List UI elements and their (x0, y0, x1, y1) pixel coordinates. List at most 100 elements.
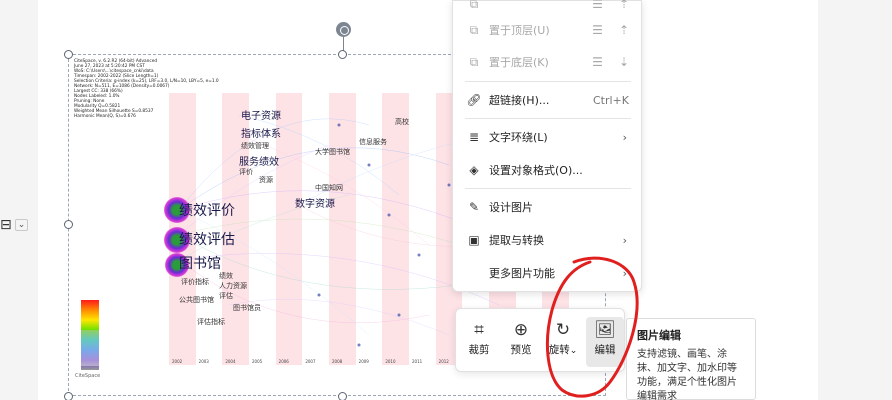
menu-item-label: 提取与转换 (489, 234, 544, 247)
crop-button[interactable]: ⌗ 裁剪 (460, 317, 498, 367)
timeline-year-label: 2009 (358, 359, 369, 364)
timeline-year-label: 2012 (438, 359, 449, 364)
resize-handle-middle-left[interactable] (64, 220, 73, 229)
node-label-medium: 数字资源 (295, 199, 335, 210)
edit-button[interactable]: 🖼︎ 编辑 (586, 317, 624, 367)
crop-label: 裁剪 (468, 344, 490, 356)
format-object-icon: ◈ (469, 163, 479, 177)
node-label-small: 中国知网 (315, 184, 343, 192)
resize-handle-top-left[interactable] (64, 50, 73, 59)
move-up-icon: ⇡ (618, 0, 629, 11)
timeline-year-label: 2004 (225, 359, 236, 364)
menu-separator (465, 118, 631, 119)
citespace-metadata: CiteSpace, v. 6.2.R2 (64-bit) Advanced Ju… (74, 59, 219, 119)
menu-item-extract-convert[interactable]: ▣ 提取与转换 › (453, 225, 641, 255)
metadata-line: Harmonic Mean(Q, S)=0.676 (74, 114, 136, 119)
timeline-year-label: 2007 (305, 359, 316, 364)
align-icon: ☰ (592, 0, 603, 11)
node-label-small: 公共图书馆 (179, 296, 214, 304)
layer-top-icon: ⧉ (469, 0, 479, 11)
menu-item-send-to-back[interactable]: ⧉ 置于底层(K) ☰ ⇣ (453, 47, 641, 77)
node-label-small: 评估指标 (197, 318, 225, 326)
rotate-label-text: 旋转 (548, 344, 570, 356)
menu-item-label: 超链接(H)... (489, 94, 550, 107)
citespace-logo: CiteSpace (75, 373, 101, 379)
picture-edit-tooltip: 图片编辑 支持滤镜、画笔、涂抹、加文字、加水印等功能，满足个性化图片编辑需求 (626, 318, 756, 400)
picture-edit-icon: 🖼︎ (594, 320, 616, 340)
layout-options-icon: ⊟ (0, 217, 12, 233)
timeline-year-label: 2011 (412, 359, 423, 364)
chevron-right-icon: › (622, 130, 627, 144)
menu-separator (465, 188, 631, 189)
menu-item-design-picture[interactable]: ✎ 设计图片 (453, 192, 641, 222)
node-label-medium: 指标体系 (241, 129, 281, 140)
menu-item-hyperlink[interactable]: 🔗︎ 超链接(H)... Ctrl+K (453, 85, 641, 115)
menu-item-side-icons: ☰ ⇡ (592, 0, 629, 11)
node-label-medium: 电子资源 (241, 111, 281, 122)
rotate-button[interactable]: ↻ 旋转⌄ (544, 317, 582, 367)
menu-item-shortcut: Ctrl+K (592, 93, 629, 107)
send-to-back-icon: ⧉ (469, 54, 479, 69)
timeline-year-label: 2006 (278, 359, 289, 364)
menu-item-label: 更多图片功能 (489, 267, 555, 280)
node-label-medium: 服务绩效 (239, 157, 279, 168)
preview-label: 预览 (510, 344, 532, 356)
menu-item-side-icons: ☰ ⇡ (592, 23, 629, 37)
link-icon: 🔗︎ (466, 93, 482, 107)
chevron-down-icon: ⌄ (569, 346, 578, 356)
node-label-small: 评价 (239, 168, 253, 176)
menu-item-side-icons: ☰ ⇣ (592, 55, 629, 69)
tooltip-body: 支持滤镜、画笔、涂抹、加文字、加水印等功能，满足个性化图片编辑需求 (637, 349, 737, 400)
node-label-small: 资源 (259, 176, 273, 184)
node-label-small: 人力资源 (219, 282, 247, 290)
resize-handle-top-center[interactable] (338, 50, 347, 59)
node-label-small: 绩效 (219, 272, 233, 280)
align-top-icon: ☰ (592, 23, 603, 37)
bring-to-front-icon: ⧉ (469, 22, 479, 37)
design-picture-icon: ✎ (468, 200, 480, 214)
menu-item-label: 文字环绕(L) (489, 131, 548, 144)
zoom-preview-icon: ⊕ (513, 320, 529, 340)
menu-item-label: 置于底层(K) (489, 56, 549, 69)
node-label-small: 评价指标 (181, 278, 209, 286)
crop-icon: ⌗ (474, 320, 484, 340)
menu-item-label: 设计图片 (489, 201, 533, 214)
move-bottom-icon: ⇣ (618, 55, 629, 69)
resize-handle-bottom-left[interactable] (64, 392, 73, 400)
context-menu: ⧉ ☰ ⇡ ⧉ 置于顶层(U) ☰ ⇡ ⧉ 置于底层(K) ☰ ⇣ 🔗︎ 超链接(H)… (452, 0, 642, 292)
timeline-year-label: 2003 (198, 359, 209, 364)
node-label-small: 图书馆员 (233, 304, 261, 312)
align-bottom-icon: ☰ (592, 55, 603, 69)
menu-item-more-picture-functions[interactable]: 更多图片功能 › (453, 258, 641, 288)
layout-options-button[interactable]: ⊟ ⌄ (0, 216, 34, 234)
node-label-big: 图书馆 (179, 256, 221, 272)
menu-item-text-wrap[interactable]: ≣ 文字环绕(L) › (453, 122, 641, 152)
move-top-icon: ⇡ (618, 23, 629, 37)
timeline-year-label: 2005 (252, 359, 263, 364)
node-label-big: 绩效评估 (179, 232, 235, 248)
node-label-small: 评估 (219, 292, 233, 300)
node-label-small: 高校 (395, 118, 409, 126)
timeline-year-label: 2002 (172, 359, 183, 364)
rotate-handle[interactable] (336, 22, 351, 37)
tooltip-title: 图片编辑 (637, 329, 681, 342)
color-scale-gray (81, 330, 99, 366)
resize-handle-bottom-center[interactable] (338, 392, 347, 400)
chevron-right-icon: › (622, 266, 627, 280)
menu-item-label: 设置对象格式(O)... (489, 164, 583, 177)
menu-item-label: 置于顶层(U) (489, 24, 550, 37)
node-label-small: 大学图书馆 (315, 148, 350, 156)
node-label-big: 绩效评价 (179, 203, 235, 219)
node-label-small: 绩效管理 (241, 142, 269, 150)
chevron-down-icon: ⌄ (14, 219, 29, 231)
menu-item-format-object[interactable]: ◈ 设置对象格式(O)... (453, 155, 641, 185)
picture-toolbar: ⌗ 裁剪 ⊕ 预览 ↻ 旋转⌄ 🖼︎ 编辑 (455, 308, 625, 372)
extract-convert-icon: ▣ (468, 233, 480, 247)
menu-item-bring-to-front[interactable]: ⧉ 置于顶层(U) ☰ ⇡ (453, 15, 641, 45)
timeline-year-label: 2008 (332, 359, 343, 364)
chevron-right-icon: › (622, 233, 627, 247)
rotate-label: 旋转⌄ (544, 343, 582, 358)
node-label-small: 信息服务 (359, 138, 387, 146)
preview-button[interactable]: ⊕ 预览 (502, 317, 540, 367)
rotate-icon: ↻ (555, 320, 571, 340)
